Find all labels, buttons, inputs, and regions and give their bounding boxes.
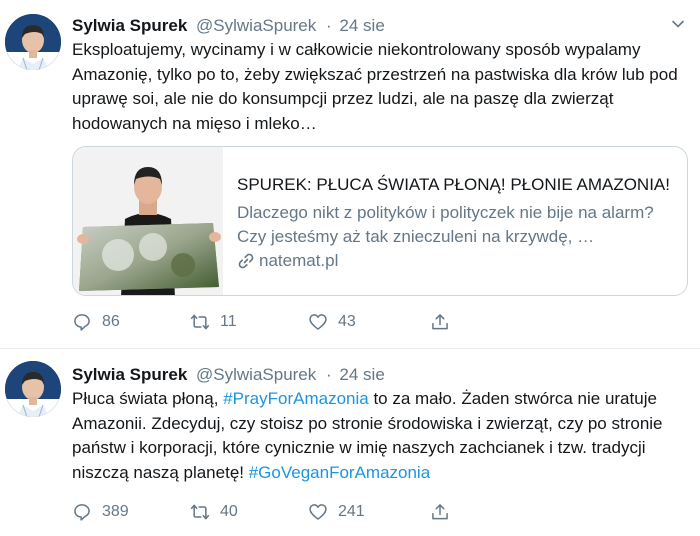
- share-button[interactable]: [430, 312, 548, 332]
- tweet-actions: 86 11 43: [72, 310, 688, 334]
- card-body: SPUREK: PŁUCA ŚWIATA PŁONĄ! PŁONIE AMAZO…: [223, 147, 687, 295]
- share-button[interactable]: [430, 502, 548, 522]
- author-handle[interactable]: @SylwiaSpurek: [196, 16, 316, 35]
- separator-dot: ·: [326, 365, 332, 384]
- retweet-button[interactable]: 40: [190, 502, 308, 522]
- separator-dot: ·: [326, 16, 332, 35]
- like-button[interactable]: 43: [308, 312, 430, 332]
- like-count: 43: [338, 313, 356, 330]
- retweet-icon: [190, 314, 210, 330]
- tweet-date[interactable]: 24 sie: [339, 16, 384, 35]
- chevron-down-icon[interactable]: [670, 16, 686, 32]
- heart-icon: [309, 314, 327, 330]
- tweet-header: Sylwia Spurek @SylwiaSpurek · 24 sie: [72, 363, 688, 387]
- tweet-date[interactable]: 24 sie: [339, 365, 384, 384]
- reply-button[interactable]: 389: [72, 502, 190, 522]
- hashtag-link[interactable]: #GoVeganForAmazonia: [249, 463, 430, 482]
- retweet-button[interactable]: 11: [190, 312, 308, 332]
- card-url: natemat.pl: [237, 249, 675, 273]
- card-image: [73, 147, 223, 295]
- tweet-text: Eksploatujemy, wycinamy i w całkowicie n…: [72, 40, 678, 133]
- tweet-header: Sylwia Spurek @SylwiaSpurek · 24 sie: [72, 14, 688, 38]
- like-button[interactable]: 241: [308, 502, 430, 522]
- author-handle[interactable]: @SylwiaSpurek: [196, 365, 316, 384]
- reply-count: 389: [102, 503, 129, 520]
- card-description: Dlaczego nikt z polityków i polityczek n…: [237, 203, 654, 246]
- avatar[interactable]: [5, 361, 61, 417]
- retweet-count: 40: [220, 503, 238, 520]
- reply-count: 86: [102, 313, 120, 330]
- tweet[interactable]: Sylwia Spurek @SylwiaSpurek · 24 sie Eks…: [0, 0, 700, 348]
- retweet-icon: [190, 504, 210, 520]
- reply-icon: [74, 314, 90, 331]
- reply-button[interactable]: 86: [72, 312, 190, 332]
- share-icon: [432, 314, 448, 330]
- link-icon: [238, 253, 254, 269]
- avatar[interactable]: [5, 14, 61, 70]
- retweet-count: 11: [220, 313, 237, 330]
- author-name[interactable]: Sylwia Spurek: [72, 365, 187, 384]
- card-title: SPUREK: PŁUCA ŚWIATA PŁONĄ! PŁONIE AMAZO…: [237, 175, 670, 194]
- tweet-text: Płuca świata płoną, #PrayForAmazonia to …: [72, 387, 688, 485]
- tweet-actions: 389 40 241: [72, 500, 688, 524]
- hashtag-link[interactable]: #PrayForAmazonia: [223, 389, 369, 408]
- link-card[interactable]: SPUREK: PŁUCA ŚWIATA PŁONĄ! PŁONIE AMAZO…: [72, 146, 688, 296]
- heart-icon: [309, 504, 327, 520]
- share-icon: [432, 504, 448, 520]
- reply-icon: [74, 504, 90, 521]
- author-name[interactable]: Sylwia Spurek: [72, 16, 187, 35]
- text-part: Płuca świata płoną,: [72, 389, 224, 408]
- like-count: 241: [338, 503, 365, 520]
- tweet[interactable]: Sylwia Spurek @SylwiaSpurek · 24 sie Płu…: [0, 348, 700, 536]
- card-domain: natemat.pl: [259, 251, 339, 270]
